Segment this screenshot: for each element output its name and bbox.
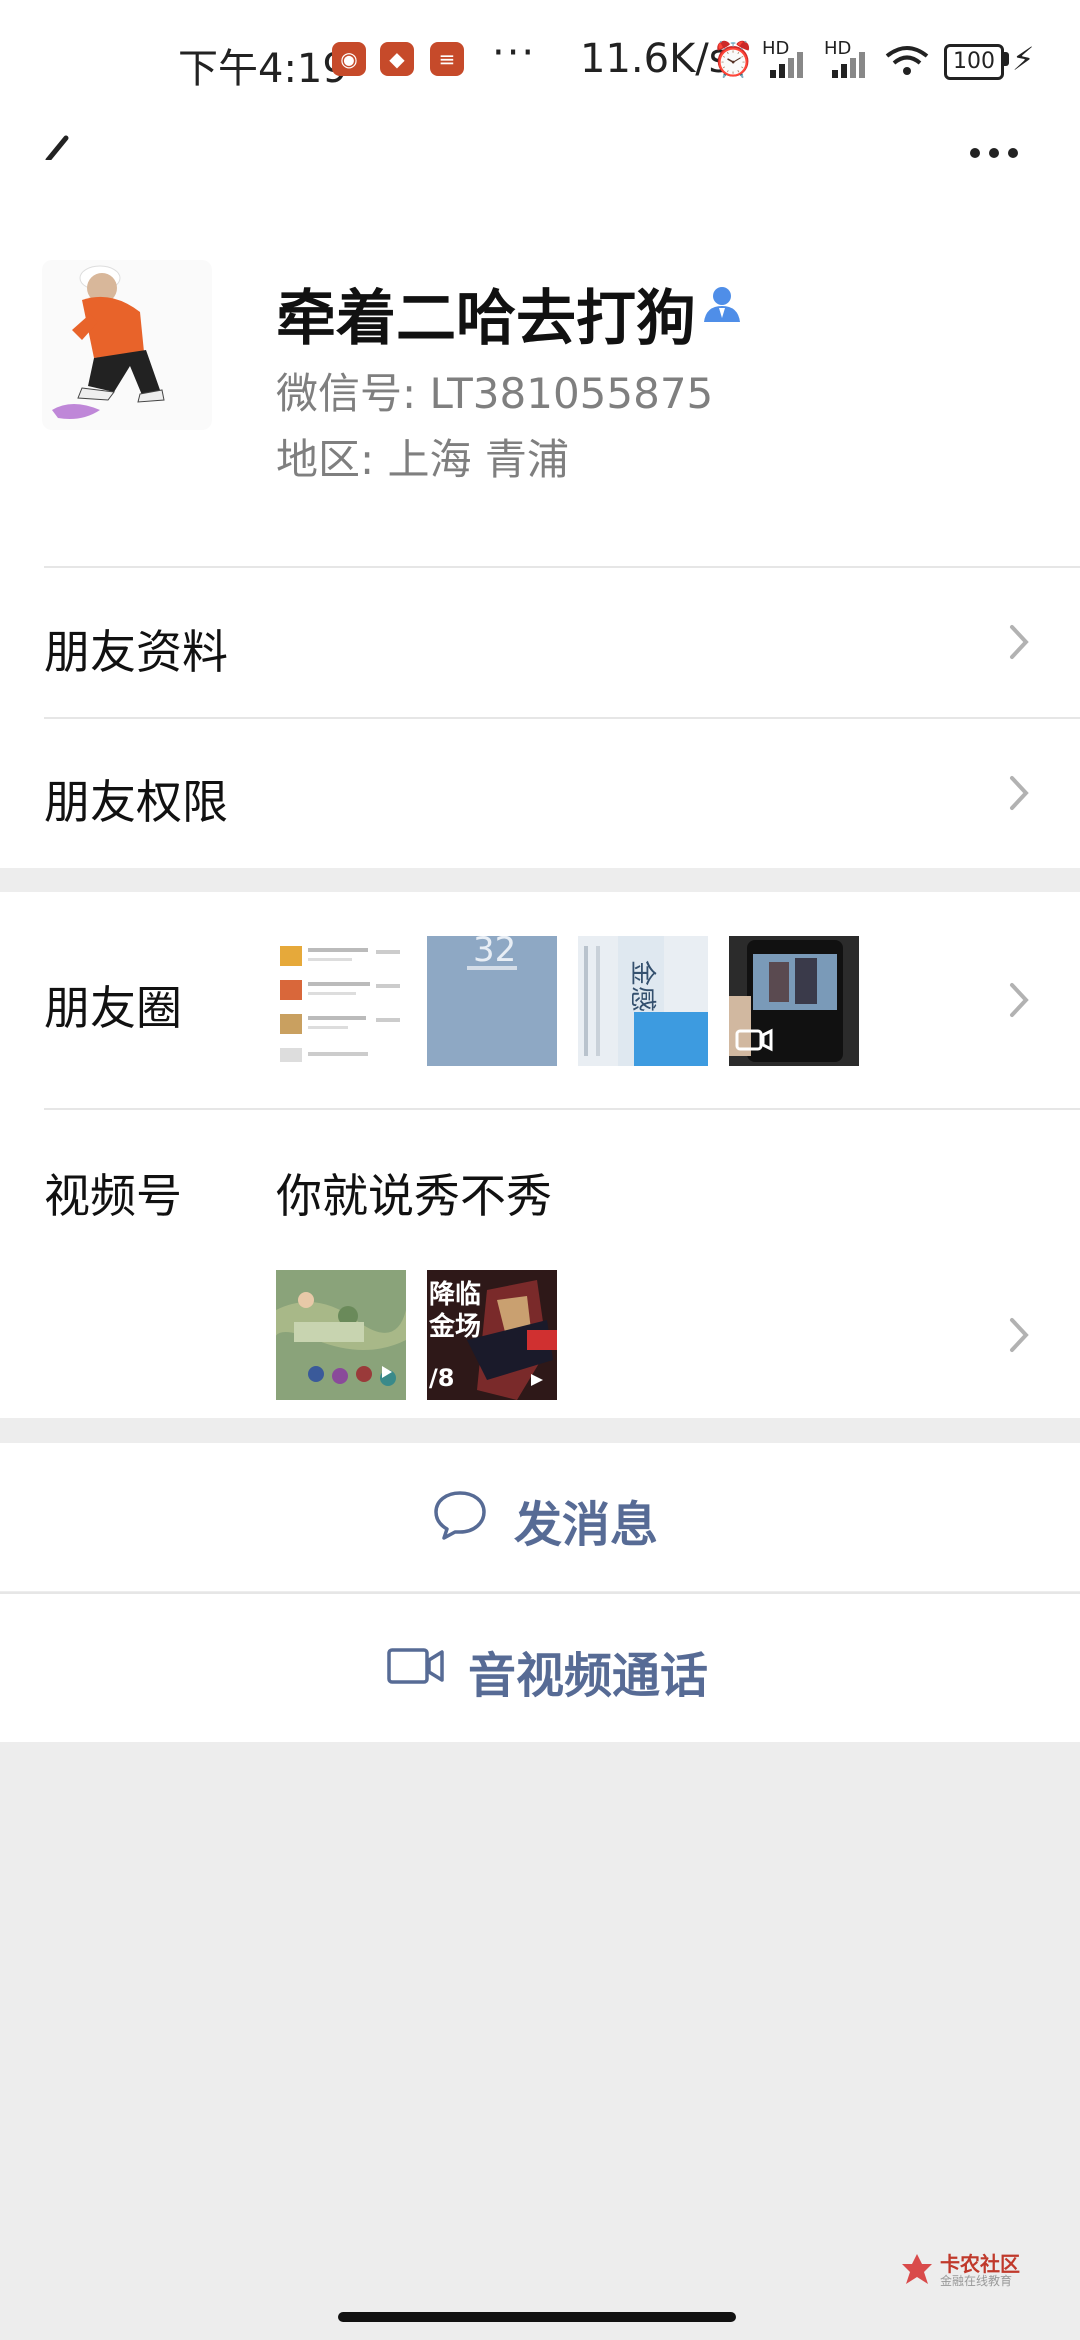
network-speed: 11.6K/s xyxy=(580,36,730,82)
wechat-id: 微信号: LT381055875 xyxy=(276,369,714,418)
av-call-label: 音视频通话 xyxy=(468,1648,709,1704)
video-camera-icon xyxy=(387,1648,444,1684)
contact-name: 牵着二哈去打狗 xyxy=(276,284,696,354)
notification-app-icon: ◆ xyxy=(380,42,414,76)
notification-app-icon: ≡ xyxy=(430,42,464,76)
moments-thumbnail xyxy=(729,936,859,1066)
battery-cap xyxy=(1003,52,1009,66)
av-call-button[interactable]: 音视频通话 xyxy=(0,1594,1080,1742)
chevron-right-icon xyxy=(1010,1318,1029,1352)
channels-latest-title: 你就说秀不秀 xyxy=(276,1169,552,1223)
status-time: 下午4:19 xyxy=(178,46,348,92)
moments-row[interactable]: 朋友圈 32 金感 xyxy=(0,892,1080,1108)
status-bar: 下午4:19 ◉ ◆ ≡ ··· 11.6K/s ⏰ HD HD 100 ⚡ xyxy=(0,0,1080,125)
info-group: 朋友资料 朋友权限 xyxy=(0,566,1080,868)
moments-thumbnail: 金感 xyxy=(578,936,708,1066)
contact-person-icon xyxy=(704,287,740,322)
battery-icon: 100 xyxy=(944,44,1004,80)
watermark: 卡农社区 金融在线教育 xyxy=(900,2246,1060,2292)
signal-icon xyxy=(770,52,803,78)
moments-thumbnail: 32 xyxy=(427,936,557,1066)
watermark-subtitle: 金融在线教育 xyxy=(940,2274,1013,2288)
home-indicator[interactable] xyxy=(338,2312,736,2322)
channels-row[interactable]: 视频号 你就说秀不秀 降临 金场 /8 xyxy=(0,1110,1080,1418)
thumbnail-text: 金场 xyxy=(429,1312,482,1342)
region: 地区: 上海 青浦 xyxy=(276,435,569,484)
send-message-button[interactable]: 发消息 xyxy=(0,1443,1080,1591)
moments-label: 朋友圈 xyxy=(44,981,182,1035)
moments-thumbnail xyxy=(276,936,406,1066)
signal-icon xyxy=(832,52,865,78)
channels-label: 视频号 xyxy=(44,1169,182,1223)
chevron-right-icon xyxy=(1010,625,1029,659)
channels-thumbnail xyxy=(276,1270,406,1400)
svg-text:金感: 金感 xyxy=(627,960,657,1012)
chevron-right-icon xyxy=(1010,776,1029,810)
weather-temperature-text: 32 xyxy=(473,936,517,970)
friend-info-label: 朋友资料 xyxy=(44,625,228,679)
profile-header: 牵着二哈去打狗 微信号: LT381055875 地区: 上海 青浦 xyxy=(0,160,1080,570)
more-notifications-icon: ··· xyxy=(492,30,537,76)
friend-info-row[interactable]: 朋友资料 xyxy=(0,568,1080,716)
avatar[interactable] xyxy=(42,260,212,430)
wifi-icon xyxy=(885,46,929,75)
chevron-right-icon xyxy=(1010,983,1029,1017)
content-group: 朋友圈 32 金感 视频号 你就说秀不秀 降临 金场 /8 xyxy=(0,892,1080,1418)
channels-thumbnail: 降临 金场 /8 xyxy=(427,1270,557,1400)
charging-icon: ⚡ xyxy=(1012,40,1035,78)
friend-permissions-label: 朋友权限 xyxy=(44,775,228,829)
thumbnail-text: /8 xyxy=(429,1364,455,1392)
alarm-icon: ⏰ xyxy=(712,40,755,80)
chat-bubble-icon xyxy=(434,1491,486,1540)
send-message-label: 发消息 xyxy=(514,1497,659,1553)
friend-permissions-row[interactable]: 朋友权限 xyxy=(0,718,1080,868)
watermark-logo-icon xyxy=(902,2254,932,2284)
notification-app-icon: ◉ xyxy=(332,42,366,76)
